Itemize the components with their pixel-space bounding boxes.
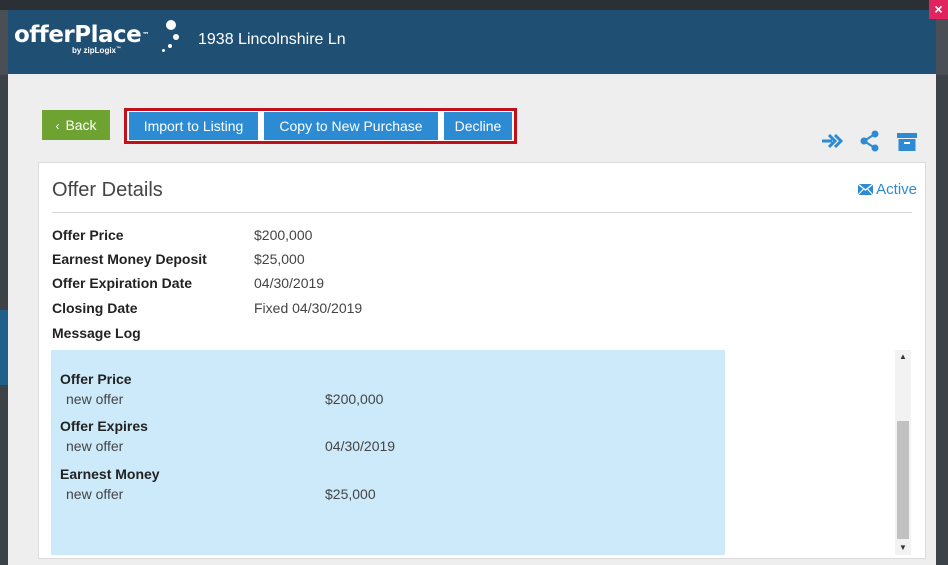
divider bbox=[52, 212, 912, 213]
modal-header: offerPlace™ by zipLogix™ 1938 Lincolnshi… bbox=[8, 10, 936, 74]
import-to-listing-button[interactable]: Import to Listing bbox=[129, 112, 258, 140]
archive-icon[interactable] bbox=[896, 130, 918, 152]
detail-value: Fixed 04/30/2019 bbox=[254, 300, 363, 316]
log-entry: Offer Price new offer $200,000 bbox=[60, 371, 383, 407]
status-badge[interactable]: Active bbox=[857, 181, 917, 198]
logo-dots-icon bbox=[162, 20, 182, 54]
detail-label: Offer Expiration Date bbox=[52, 275, 193, 291]
detail-label: Offer Price bbox=[52, 227, 124, 243]
log-scrollbar[interactable]: ▲ ▼ bbox=[895, 350, 911, 555]
header-address-title: 1938 Lincolnshire Ln bbox=[198, 31, 346, 48]
detail-value: $200,000 bbox=[254, 227, 313, 243]
detail-label: Earnest Money Deposit bbox=[52, 251, 207, 267]
log-entry-value: $25,000 bbox=[325, 486, 376, 502]
background-page-right bbox=[936, 75, 948, 565]
log-entry-heading: Offer Expires bbox=[60, 418, 148, 434]
chevron-left-icon: ‹ bbox=[55, 119, 60, 133]
log-entry: Earnest Money new offer $25,000 bbox=[60, 466, 376, 502]
message-log-label: Message Log bbox=[52, 325, 141, 341]
log-entry: Offer Expires new offer 04/30/2019 bbox=[60, 418, 395, 454]
log-entry-sub: new offer bbox=[66, 486, 124, 502]
log-entry-heading: Earnest Money bbox=[60, 466, 160, 482]
action-toolbar: ‹ Back Import to Listing Copy to New Purc… bbox=[8, 74, 936, 160]
copy-to-new-purchase-button[interactable]: Copy to New Purchase bbox=[264, 112, 438, 140]
log-entry-value: 04/30/2019 bbox=[325, 438, 396, 454]
forward-icon[interactable] bbox=[820, 130, 844, 152]
background-page-bar bbox=[0, 0, 948, 10]
log-entry-sub: new offer bbox=[66, 438, 124, 454]
offerplace-logo: offerPlace™ by zipLogix™ bbox=[14, 22, 149, 55]
detail-label: Closing Date bbox=[52, 300, 138, 316]
share-icon[interactable] bbox=[860, 130, 880, 152]
close-button[interactable]: × bbox=[929, 0, 948, 19]
log-entry-value: $200,000 bbox=[325, 391, 384, 407]
log-entry-sub: new offer bbox=[66, 391, 124, 407]
offer-modal: offerPlace™ by zipLogix™ 1938 Lincolnshi… bbox=[8, 10, 936, 565]
decline-button[interactable]: Decline bbox=[444, 112, 512, 140]
detail-value: $25,000 bbox=[254, 251, 305, 267]
detail-value: 04/30/2019 bbox=[254, 275, 325, 291]
envelope-icon bbox=[857, 183, 874, 196]
panel-title: Offer Details bbox=[52, 179, 163, 201]
log-entry-heading: Offer Price bbox=[60, 371, 132, 387]
scroll-up-icon[interactable]: ▲ bbox=[895, 350, 911, 364]
offer-details-panel: Offer Details Active Offer Price $200,00… bbox=[38, 162, 926, 559]
scroll-down-icon[interactable]: ▼ bbox=[895, 541, 911, 555]
scrollbar-thumb[interactable] bbox=[897, 421, 909, 539]
back-button[interactable]: ‹ Back bbox=[42, 110, 110, 140]
message-log: Offer Price new offer $200,000 Offer Exp… bbox=[51, 350, 725, 555]
background-page-left bbox=[0, 75, 8, 565]
